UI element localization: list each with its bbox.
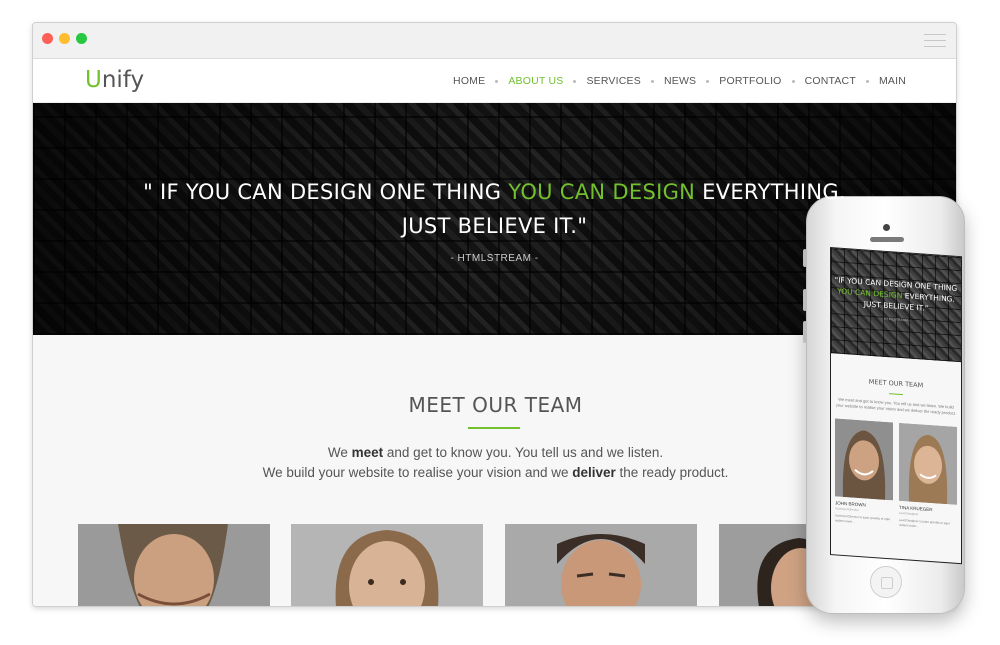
- nav-item-news[interactable]: NEWS: [664, 75, 696, 87]
- volume-up-button: [803, 289, 807, 311]
- nav-separator: [650, 79, 654, 83]
- quote-line-1: " IF YOU CAN DESIGN ONE THING YOU CAN DE…: [143, 180, 846, 204]
- team-photo[interactable]: [291, 524, 483, 606]
- mobile-team-description: We meet and get to know you. You tell us…: [835, 396, 957, 416]
- hamburger-menu-icon[interactable]: [924, 34, 946, 48]
- team-photo[interactable]: [78, 524, 270, 606]
- nav-item-services[interactable]: SERVICES: [586, 75, 641, 87]
- quote-author: - HTMLSTREAM -: [450, 253, 539, 264]
- mobile-team-card[interactable]: JOHN BROWN Technical Director Technical …: [835, 418, 893, 526]
- volume-down-button: [803, 321, 807, 343]
- maximize-window-icon[interactable]: [76, 33, 87, 44]
- main-nav: HOME ABOUT US SERVICES NEWS PORTFOLIO CO…: [453, 75, 906, 87]
- home-button[interactable]: [870, 566, 902, 598]
- hero-quote: " IF YOU CAN DESIGN ONE THING YOU CAN DE…: [33, 175, 956, 264]
- mobile-member-text: Lead Designer to justo gravida et eget n…: [899, 517, 950, 528]
- mobile-team-cards: JOHN BROWN Technical Director Technical …: [831, 418, 961, 531]
- site-header: Unify HOME ABOUT US SERVICES NEWS PORTFO…: [33, 59, 956, 103]
- title-underline: [468, 427, 520, 429]
- nav-item-contact[interactable]: CONTACT: [805, 75, 856, 87]
- nav-item-about-us[interactable]: ABOUT US: [508, 75, 563, 87]
- phone-screen: "IF YOU CAN DESIGN ONE THING YOU CAN DES…: [830, 247, 962, 565]
- site-logo[interactable]: Unify: [85, 67, 144, 93]
- nav-separator: [573, 79, 577, 83]
- mobile-hero-quote: "IF YOU CAN DESIGN ONE THING YOU CAN DES…: [831, 274, 961, 330]
- nav-separator: [791, 79, 795, 83]
- mobile-member-text: Technical Director to justo gravida et e…: [835, 513, 891, 524]
- minimize-window-icon[interactable]: [59, 33, 70, 44]
- browser-chrome: [33, 23, 956, 59]
- nav-item-home[interactable]: HOME: [453, 75, 485, 87]
- nav-item-main[interactable]: MAIN: [879, 75, 906, 87]
- nav-separator: [865, 79, 869, 83]
- nav-separator: [495, 79, 499, 83]
- mobile-team-card[interactable]: TINA KRUEGER Lead Designer Lead Designer…: [899, 422, 957, 531]
- close-window-icon[interactable]: [42, 33, 53, 44]
- mobile-hero: "IF YOU CAN DESIGN ONE THING YOU CAN DES…: [831, 248, 961, 363]
- mobile-title-underline: [889, 393, 903, 396]
- mobile-section-title: MEET OUR TEAM: [868, 377, 924, 390]
- nav-separator: [706, 79, 710, 83]
- nav-item-portfolio[interactable]: PORTFOLIO: [719, 75, 781, 87]
- quote-line-2: JUST BELIEVE IT.": [401, 214, 588, 238]
- team-photo[interactable]: [505, 524, 697, 606]
